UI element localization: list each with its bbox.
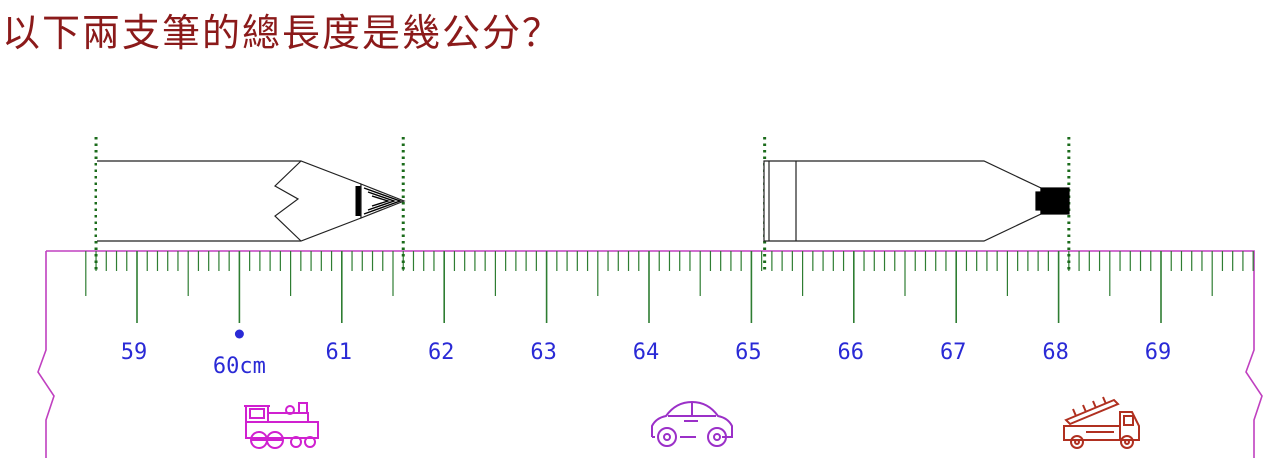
ruler-diagram: 59 60cm 61 62 63 64 65 66 67 68 69 bbox=[37, 137, 1263, 458]
sixty-cm-marker bbox=[234, 329, 244, 339]
pencil-1 bbox=[97, 160, 406, 242]
ruler-labels: 59 60cm 61 62 63 64 65 66 67 68 69 bbox=[121, 340, 1172, 379]
ruler-label-59: 59 bbox=[121, 340, 148, 365]
ruler-label-60: 60cm bbox=[213, 354, 266, 379]
ruler-label-65: 65 bbox=[735, 340, 762, 365]
car-icon bbox=[651, 400, 733, 447]
ruler-label-66: 66 bbox=[838, 340, 865, 365]
ruler-label-62: 62 bbox=[428, 340, 455, 365]
ruler-label-63: 63 bbox=[530, 340, 557, 365]
ruler-label-67: 67 bbox=[940, 340, 967, 365]
train-icon bbox=[244, 402, 319, 449]
ruler-ticks bbox=[85, 251, 1254, 323]
fire-truck-icon bbox=[1063, 396, 1140, 449]
pencil-2 bbox=[763, 160, 1070, 242]
ruler-label-69: 69 bbox=[1145, 340, 1172, 365]
ruler-label-68: 68 bbox=[1042, 340, 1069, 365]
ruler-label-64: 64 bbox=[633, 340, 660, 365]
ruler-label-61: 61 bbox=[326, 340, 353, 365]
